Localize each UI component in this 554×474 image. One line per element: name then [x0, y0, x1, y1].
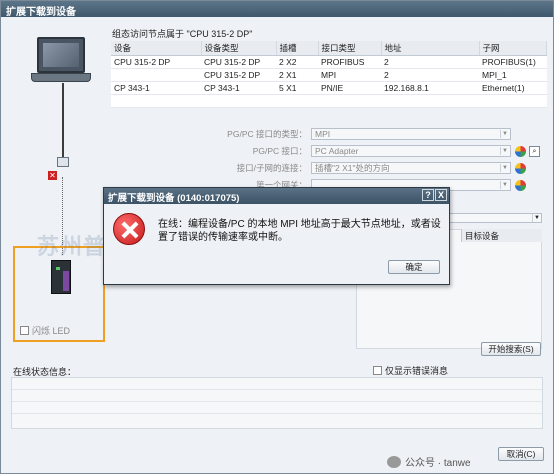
disconnected-icon: ✕	[48, 171, 57, 180]
group-title: 组态访问节点属于 "CPU 315-2 DP"	[112, 29, 253, 39]
cell: MPI_1	[479, 68, 547, 82]
errors-only-option[interactable]: 仅显示错误消息	[373, 364, 448, 377]
status-row	[12, 390, 542, 402]
cell: CPU 315-2 DP	[201, 55, 276, 69]
cell: CP 343-1	[201, 81, 276, 95]
dialog-title-buttons: ? X	[422, 189, 447, 201]
dialog-titlebar: 扩展下载到设备 (0140:017075) ? X	[104, 188, 449, 204]
cell: PN/IE	[318, 81, 381, 95]
pgpc-interface-value: PC Adapter	[315, 146, 359, 156]
connector-icon	[57, 157, 69, 167]
cell: 192.168.8.1	[381, 81, 479, 95]
table-header-row: 设备 设备类型 插槽 接口类型 地址 子网	[111, 41, 547, 56]
close-button[interactable]: X	[435, 189, 447, 201]
col-device-type[interactable]: 设备类型	[201, 41, 277, 56]
pgpc-type-row: PG/PC 接口的类型： MPI ▼	[151, 127, 511, 141]
laptop-screen	[37, 37, 85, 73]
watermark-text: 公众号 · tanwe	[405, 458, 471, 469]
flash-led-option[interactable]: 闪烁 LED	[20, 324, 70, 337]
online-status-area[interactable]	[11, 377, 543, 429]
search-icon[interactable]: ⌕	[529, 145, 540, 157]
cell: 2	[381, 68, 479, 82]
flash-led-label: 闪烁 LED	[32, 326, 71, 336]
cell: MPI	[318, 68, 381, 82]
table-row[interactable]: CPU 315-2 DP CPU 315-2 DP 2 X2 PROFIBUS …	[111, 55, 547, 69]
pgpc-laptop-icon	[31, 35, 91, 87]
status-row	[12, 378, 542, 390]
status-row	[12, 402, 542, 414]
col-target-device[interactable]: 目标设备	[461, 229, 542, 242]
start-search-button[interactable]: 开始搜索(S)	[481, 342, 541, 356]
connection-label: 接口/子网的连接：	[236, 163, 307, 173]
cell: CP 343-1	[111, 81, 201, 95]
cable-line	[62, 83, 64, 163]
connection-row: 接口/子网的连接： 插槽"2 X1"处的方向 ▼	[151, 161, 526, 175]
errors-only-label: 仅显示错误消息	[385, 366, 449, 376]
error-dialog: 扩展下载到设备 (0140:017075) ? X 在线：编程设备/PC 的本地…	[103, 187, 450, 285]
pgpc-type-value: MPI	[315, 129, 331, 139]
cell: 2 X2	[276, 55, 318, 69]
chevron-down-icon[interactable]: ▼	[500, 164, 509, 172]
chevron-down-icon[interactable]: ▼	[500, 130, 509, 138]
col-address[interactable]: 地址	[381, 41, 480, 56]
pgpc-interface-select[interactable]: PC Adapter ▼	[311, 145, 511, 157]
plc-module	[63, 271, 69, 291]
connection-value: 插槽"2 X1"处的方向	[315, 163, 390, 173]
flash-led-checkbox[interactable]	[20, 326, 29, 335]
col-device[interactable]: 设备	[111, 41, 202, 56]
window-title: 扩展下载到设备	[1, 1, 553, 18]
cell: 2 X1	[276, 68, 318, 82]
cell: CPU 315-2 DP	[201, 68, 276, 82]
connection-properties-icon[interactable]	[515, 162, 526, 174]
dialog-message: 在线：编程设备/PC 的本地 MPI 地址高于最大节点地址，或者设置了错误的传输…	[158, 219, 441, 243]
col-subnet[interactable]: 子网	[479, 41, 547, 56]
col-interface-type[interactable]: 接口类型	[318, 41, 382, 56]
cell	[111, 68, 201, 82]
pgpc-interface-row: PG/PC 接口： PC Adapter ▼ ⌕	[151, 144, 540, 158]
cell: PROFIBUS(1)	[479, 55, 547, 69]
chevron-down-icon[interactable]: ▼	[500, 181, 509, 189]
cell: Ethernet(1)	[479, 81, 547, 95]
plc-icon	[51, 260, 71, 294]
col-slot[interactable]: 插槽	[276, 41, 319, 56]
ok-button[interactable]: 确定	[388, 260, 440, 274]
help-button[interactable]: ?	[422, 189, 434, 201]
interface-properties-icon[interactable]	[515, 145, 526, 157]
pgpc-type-select[interactable]: MPI ▼	[311, 128, 511, 140]
cancel-button[interactable]: 取消(C)	[498, 447, 544, 461]
cell: 2	[381, 55, 479, 69]
chevron-down-icon[interactable]: ▼	[532, 214, 541, 222]
error-icon	[113, 213, 145, 245]
errors-only-checkbox[interactable]	[373, 366, 382, 375]
laptop-base	[31, 73, 91, 82]
watermark: 公众号 · tanwe	[387, 454, 471, 469]
cell: PROFIBUS	[318, 55, 381, 69]
cell-empty	[111, 94, 547, 108]
dialog-title: 扩展下载到设备 (0140:017075)	[108, 193, 240, 204]
gateway-properties-icon[interactable]	[515, 179, 526, 191]
cell: 5 X1	[276, 81, 318, 95]
device-table: 设备 设备类型 插槽 接口类型 地址 子网 CPU 315-2 DP CPU 3…	[111, 41, 547, 108]
chevron-down-icon[interactable]: ▼	[500, 147, 509, 155]
table-row[interactable]: CPU 315-2 DP 2 X1 MPI 2 MPI_1	[111, 68, 547, 82]
pgpc-type-label: PG/PC 接口的类型：	[227, 129, 307, 139]
table-row	[111, 94, 547, 108]
table-row[interactable]: CP 343-1 CP 343-1 5 X1 PN/IE 192.168.8.1…	[111, 81, 547, 95]
pgpc-interface-label: PG/PC 接口：	[252, 146, 307, 156]
connection-select[interactable]: 插槽"2 X1"处的方向 ▼	[311, 162, 511, 174]
cell: CPU 315-2 DP	[111, 55, 201, 69]
plc-led	[56, 267, 60, 270]
wechat-icon	[387, 455, 401, 468]
